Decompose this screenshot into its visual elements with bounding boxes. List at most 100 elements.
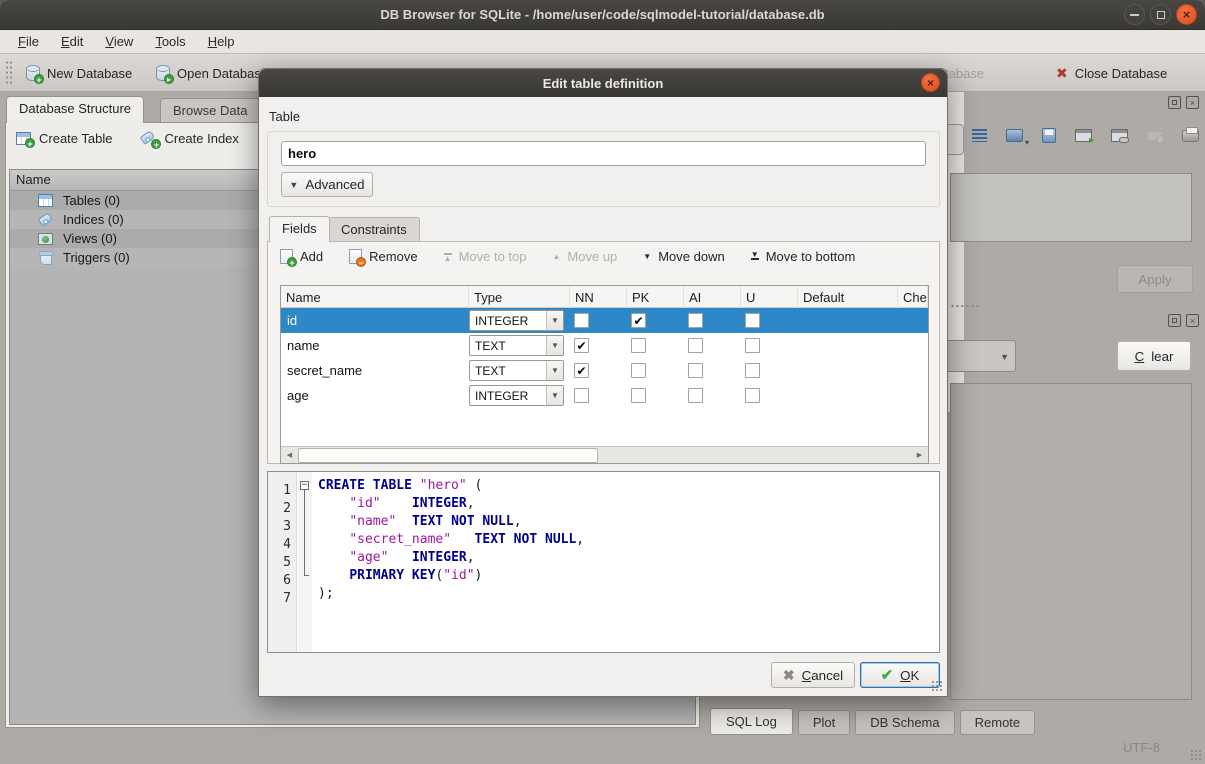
u-checkbox[interactable] bbox=[745, 338, 760, 353]
tab-constraints[interactable]: Constraints bbox=[328, 217, 420, 242]
menu-item-tools[interactable]: Tools bbox=[145, 32, 195, 51]
ai-checkbox[interactable] bbox=[688, 363, 703, 378]
type-combobox[interactable]: TEXT▼ bbox=[469, 360, 564, 381]
move-up-button: ▲Move up bbox=[553, 249, 618, 264]
remove-button[interactable]: −Remove bbox=[349, 249, 417, 264]
horizontal-scrollbar[interactable]: ◀ ▶ bbox=[281, 446, 928, 463]
set-null-icon[interactable] bbox=[1147, 131, 1163, 141]
pk-checkbox[interactable] bbox=[631, 338, 646, 353]
ai-checkbox[interactable] bbox=[688, 338, 703, 353]
close-database-button[interactable]: ✖ Close Database bbox=[1048, 59, 1175, 87]
dialog-titlebar[interactable]: Edit table definition × bbox=[259, 69, 947, 97]
table-group-label: Table bbox=[269, 109, 300, 124]
advanced-button[interactable]: ▼ Advanced bbox=[281, 172, 373, 197]
cancel-button[interactable]: ✖ Cancel bbox=[771, 662, 855, 688]
table-name-input[interactable] bbox=[281, 141, 926, 166]
open-database-button[interactable]: ▸ Open Database bbox=[148, 59, 276, 87]
import-icon[interactable] bbox=[1006, 129, 1023, 142]
word-wrap-icon[interactable] bbox=[972, 129, 987, 142]
column-header-name[interactable]: Name bbox=[281, 286, 469, 308]
add-button[interactable]: +Add bbox=[280, 249, 323, 264]
toolbar-grip[interactable] bbox=[5, 60, 12, 86]
save-icon[interactable] bbox=[1042, 128, 1056, 143]
menu-item-edit[interactable]: Edit bbox=[51, 32, 93, 51]
scroll-left-icon[interactable]: ◀ bbox=[281, 447, 298, 463]
tab-browse-data[interactable]: Browse Data bbox=[160, 98, 260, 123]
nn-checkbox[interactable]: ✔ bbox=[574, 363, 589, 378]
scroll-right-icon[interactable]: ▶ bbox=[911, 447, 928, 463]
dock-close-icon[interactable]: × bbox=[1186, 314, 1199, 327]
pk-checkbox[interactable] bbox=[631, 363, 646, 378]
type-value: TEXT bbox=[475, 339, 506, 353]
type-combobox[interactable]: TEXT▼ bbox=[469, 335, 564, 356]
clear-button[interactable]: Clear bbox=[1117, 341, 1191, 371]
checkbox-cell-nn bbox=[570, 388, 627, 403]
bottom-tab-sql-log[interactable]: SQL Log bbox=[710, 708, 793, 735]
nn-checkbox[interactable] bbox=[574, 388, 589, 403]
type-combobox[interactable]: INTEGER▼ bbox=[469, 385, 564, 406]
ai-checkbox[interactable] bbox=[688, 313, 703, 328]
scrollbar-thumb[interactable] bbox=[298, 448, 598, 463]
field-toolbar-label: Move to bottom bbox=[766, 249, 856, 264]
field-row-age[interactable]: ageINTEGER▼ bbox=[281, 383, 928, 408]
field-toolbar-label: Move to top bbox=[459, 249, 527, 264]
link-window-icon[interactable] bbox=[1111, 129, 1128, 142]
bottom-tab-db-schema[interactable]: DB Schema bbox=[855, 710, 954, 735]
fold-marker-icon[interactable]: − bbox=[300, 481, 309, 490]
column-header-nn[interactable]: NN bbox=[570, 286, 627, 308]
sql-preview[interactable]: 1234567 CREATE TABLE "hero" ( "id" INTEG… bbox=[267, 471, 940, 653]
tab-fields[interactable]: Fields bbox=[269, 216, 330, 242]
column-header-u[interactable]: U bbox=[741, 286, 798, 308]
menu-item-view[interactable]: View bbox=[95, 32, 143, 51]
menu-item-file[interactable]: File bbox=[8, 32, 49, 51]
create-index-button[interactable]: + Create Index bbox=[140, 131, 238, 146]
window-resize-grip[interactable] bbox=[1190, 749, 1202, 761]
nn-checkbox[interactable] bbox=[574, 313, 589, 328]
type-value: TEXT bbox=[475, 364, 506, 378]
dialog-resize-grip[interactable] bbox=[931, 680, 943, 692]
dock-float-icon[interactable] bbox=[1168, 314, 1181, 327]
column-header-pk[interactable]: PK bbox=[627, 286, 684, 308]
tab-database-structure[interactable]: Database Structure bbox=[6, 96, 144, 123]
move-to-bottom-button[interactable]: ▼Move to bottom bbox=[751, 249, 856, 264]
create-table-button[interactable]: + Create Table bbox=[16, 131, 112, 146]
minimize-icon[interactable] bbox=[1124, 4, 1145, 25]
field-name-cell[interactable]: id bbox=[281, 313, 469, 328]
pk-checkbox[interactable] bbox=[631, 388, 646, 403]
field-row-id[interactable]: idINTEGER▼ ✔ bbox=[281, 308, 928, 333]
log-area[interactable] bbox=[950, 383, 1192, 700]
new-database-button[interactable]: + New Database bbox=[18, 59, 140, 87]
nn-checkbox[interactable]: ✔ bbox=[574, 338, 589, 353]
column-header-default[interactable]: Default bbox=[798, 286, 898, 308]
u-checkbox[interactable] bbox=[745, 313, 760, 328]
type-combobox[interactable]: INTEGER▼ bbox=[469, 310, 564, 331]
menu-item-help[interactable]: Help bbox=[198, 32, 245, 51]
ai-checkbox[interactable] bbox=[688, 388, 703, 403]
field-row-secret_name[interactable]: secret_nameTEXT▼ ✔ bbox=[281, 358, 928, 383]
dock-close-icon[interactable]: × bbox=[1186, 96, 1199, 109]
bottom-tab-plot[interactable]: Plot bbox=[798, 710, 850, 735]
field-name-cell[interactable]: secret_name bbox=[281, 363, 469, 378]
dock-float-icon[interactable] bbox=[1168, 96, 1181, 109]
export-window-icon[interactable] bbox=[1075, 129, 1092, 142]
pk-checkbox[interactable]: ✔ bbox=[631, 313, 646, 328]
u-checkbox[interactable] bbox=[745, 363, 760, 378]
bottom-tab-remote[interactable]: Remote bbox=[960, 710, 1036, 735]
cell-editor-area[interactable] bbox=[950, 173, 1192, 242]
dialog-close-icon[interactable]: × bbox=[921, 73, 940, 92]
column-header-check[interactable]: Check bbox=[898, 286, 928, 308]
field-name-cell[interactable]: name bbox=[281, 338, 469, 353]
window-titlebar[interactable]: DB Browser for SQLite - /home/user/code/… bbox=[0, 0, 1205, 30]
column-header-type[interactable]: Type bbox=[469, 286, 570, 308]
move-down-button[interactable]: ▼Move down bbox=[643, 249, 724, 264]
field-row-name[interactable]: nameTEXT▼ ✔ bbox=[281, 333, 928, 358]
open-database-icon: ▸ bbox=[156, 65, 170, 81]
ok-button[interactable]: ✔ OK bbox=[860, 662, 940, 688]
column-header-ai[interactable]: AI bbox=[684, 286, 741, 308]
print-icon[interactable] bbox=[1182, 130, 1199, 142]
dock-splitter[interactable] bbox=[950, 304, 980, 308]
maximize-icon[interactable] bbox=[1150, 4, 1171, 25]
field-name-cell[interactable]: age bbox=[281, 388, 469, 403]
close-icon[interactable]: × bbox=[1176, 4, 1197, 25]
u-checkbox[interactable] bbox=[745, 388, 760, 403]
